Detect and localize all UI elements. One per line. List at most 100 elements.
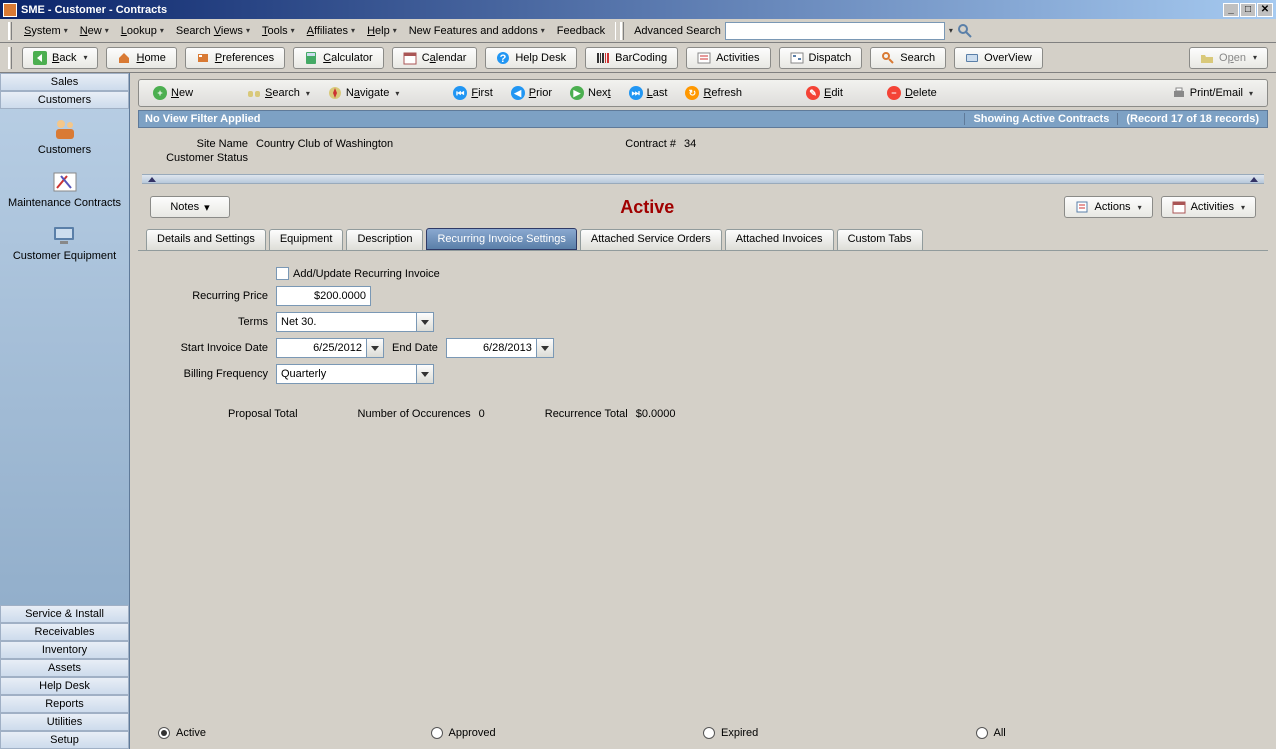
calendar-button[interactable]: Calendar (392, 47, 478, 69)
print-email-button[interactable]: Print/Email▾ (1166, 84, 1259, 102)
activities-button[interactable]: Activities (686, 47, 770, 69)
minimize-button[interactable]: _ (1223, 3, 1239, 17)
sidebar-item-label: Maintenance Contracts (8, 197, 121, 209)
new-button[interactable]: +New (147, 84, 199, 102)
menu-lookup[interactable]: Lookup▾ (115, 22, 170, 40)
navigate-button[interactable]: Navigate▾ (322, 84, 405, 102)
calculator-button[interactable]: Calculator (293, 47, 384, 69)
radio-icon (976, 727, 988, 739)
refresh-button[interactable]: ↻Refresh (679, 84, 748, 102)
start-date-input[interactable] (276, 338, 366, 358)
start-date-dropdown[interactable] (366, 338, 384, 358)
monitor-icon (50, 223, 78, 247)
open-button[interactable]: Open▾ (1189, 47, 1268, 69)
activities-button-2[interactable]: Activities▾ (1161, 196, 1256, 218)
tab-recurring-invoice[interactable]: Recurring Invoice Settings (426, 228, 576, 250)
terms-dropdown[interactable] (416, 312, 434, 332)
terms-combo[interactable] (276, 312, 434, 332)
sidebar-item-equipment[interactable]: Customer Equipment (13, 223, 116, 262)
sidebar-helpdesk[interactable]: Help Desk (0, 677, 129, 695)
billing-freq-input[interactable] (276, 364, 416, 384)
addupdate-checkbox[interactable] (276, 267, 289, 280)
radio-expired[interactable]: Expired (703, 727, 976, 739)
back-button[interactable]: Back▾ (22, 47, 98, 69)
search-button[interactable]: Search (870, 47, 946, 69)
sidebar-utilities[interactable]: Utilities (0, 713, 129, 731)
statusbar: No View Filter Applied Showing Active Co… (138, 110, 1268, 128)
barcoding-button[interactable]: BarCoding (585, 47, 678, 69)
toolbar: Back▾ Home Preferences Calculator Calend… (0, 43, 1276, 73)
menu-features[interactable]: New Features and addons▾ (403, 22, 551, 40)
delete-button[interactable]: −Delete (881, 84, 943, 102)
terms-input[interactable] (276, 312, 416, 332)
radio-icon (431, 727, 443, 739)
sidebar-receivables[interactable]: Receivables (0, 623, 129, 641)
edit-button[interactable]: ✎Edit (800, 84, 849, 102)
next-button[interactable]: ▶Next (564, 84, 617, 102)
advanced-search-icon[interactable] (957, 23, 973, 39)
menu-feedback[interactable]: Feedback (551, 22, 611, 40)
menu-tools[interactable]: Tools▾ (256, 22, 301, 40)
tab-details[interactable]: Details and Settings (146, 229, 266, 251)
sidebar-setup[interactable]: Setup (0, 731, 129, 749)
tab-service-orders[interactable]: Attached Service Orders (580, 229, 722, 251)
maximize-button[interactable]: □ (1240, 3, 1256, 17)
home-button[interactable]: Home (106, 47, 176, 69)
recurring-price-label: Recurring Price (158, 290, 268, 302)
notes-button[interactable]: Notes▾ (150, 196, 230, 218)
tab-equipment[interactable]: Equipment (269, 229, 344, 251)
last-button[interactable]: ⏭Last (623, 84, 674, 102)
advanced-search-dropdown[interactable]: ▾ (949, 26, 953, 35)
first-button[interactable]: ⏮First (447, 84, 498, 102)
sidebar-reports[interactable]: Reports (0, 695, 129, 713)
prior-button[interactable]: ◀Prior (505, 84, 558, 102)
sidebar-item-maintenance[interactable]: Maintenance Contracts (8, 170, 121, 209)
end-date-input[interactable] (446, 338, 536, 358)
record-toolbar: +New Search▾ Navigate▾ ⏮First ◀Prior ▶Ne… (138, 79, 1268, 107)
sidebar-assets[interactable]: Assets (0, 659, 129, 677)
sidebar-inventory[interactable]: Inventory (0, 641, 129, 659)
close-button[interactable]: ✕ (1257, 3, 1273, 17)
dispatch-button[interactable]: Dispatch (779, 47, 863, 69)
tab-content: Add/Update Recurring Invoice Recurring P… (138, 250, 1268, 749)
sidebar-sales[interactable]: Sales (0, 73, 129, 91)
occurrences-value: 0 (479, 408, 485, 420)
contract-num-label: Contract # (576, 138, 676, 150)
radio-approved[interactable]: Approved (431, 727, 704, 739)
sidebar-item-customers[interactable]: Customers (38, 117, 91, 156)
search-button-rec[interactable]: Search▾ (241, 84, 316, 102)
tools-icon (51, 170, 79, 194)
sidebar-customers-header[interactable]: Customers (0, 91, 129, 109)
recurring-price-input[interactable] (276, 286, 371, 306)
actions-button[interactable]: Actions▾ (1064, 196, 1152, 218)
end-date-combo[interactable] (446, 338, 554, 358)
menubar-grip (8, 22, 12, 40)
tab-custom[interactable]: Custom Tabs (837, 229, 923, 251)
radio-active[interactable]: Active (158, 727, 431, 739)
sidebar-service-install[interactable]: Service & Install (0, 605, 129, 623)
advanced-search-input[interactable] (725, 22, 945, 40)
start-date-combo[interactable] (276, 338, 384, 358)
menu-system[interactable]: System▾ (18, 22, 74, 40)
proposal-total-label: Proposal Total (228, 408, 298, 420)
tab-invoices[interactable]: Attached Invoices (725, 229, 834, 251)
sidebar: Sales Customers Customers Maintenance Co… (0, 73, 130, 749)
end-date-dropdown[interactable] (536, 338, 554, 358)
menu-affiliates[interactable]: Affiliates▾ (301, 22, 361, 40)
people-icon (51, 117, 79, 141)
menu-searchviews[interactable]: Search Views▾ (170, 22, 256, 40)
menu-new[interactable]: New▾ (74, 22, 115, 40)
tabs: Details and Settings Equipment Descripti… (146, 228, 1268, 250)
expander-bar[interactable] (142, 174, 1264, 184)
billing-freq-combo[interactable] (276, 364, 434, 384)
advanced-search-label: Advanced Search (634, 25, 721, 37)
tab-description[interactable]: Description (346, 229, 423, 251)
billing-freq-dropdown[interactable] (416, 364, 434, 384)
overview-button[interactable]: OverView (954, 47, 1042, 69)
radio-all[interactable]: All (976, 727, 1249, 739)
preferences-button[interactable]: Preferences (185, 47, 285, 69)
radio-icon (158, 727, 170, 739)
menu-help[interactable]: Help▾ (361, 22, 403, 40)
helpdesk-button[interactable]: ?Help Desk (485, 47, 577, 69)
filter-radios: Active Approved Expired All (138, 727, 1268, 739)
